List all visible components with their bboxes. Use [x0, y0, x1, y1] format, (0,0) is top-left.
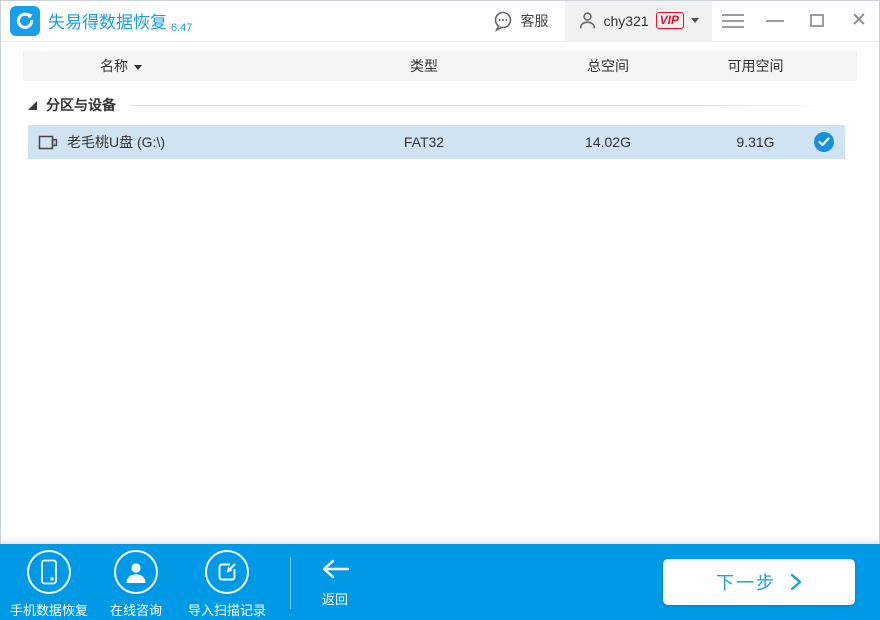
next-step-label: 下一步: [716, 573, 776, 593]
section-partitions-toggle[interactable]: 分区与设备: [28, 95, 833, 115]
device-name-cell: 老毛桃U盘 (G:\): [28, 132, 340, 152]
phone-icon: [27, 549, 71, 594]
name-header-label: 名称: [100, 58, 128, 74]
back-label: 返回: [321, 592, 348, 607]
import-icon: [205, 549, 249, 594]
row-checkbox-checked[interactable]: [814, 132, 834, 152]
device-total-cell: 14.02G: [585, 134, 631, 150]
import-scan-record-button[interactable]: 导入扫描记录: [179, 544, 275, 620]
titlebar: 失易得数据恢复 6.47 客服 chy321 VIP ✕: [0, 0, 880, 42]
phone-recovery-label: 手机数据恢复: [9, 602, 88, 618]
menu-button[interactable]: [712, 0, 754, 41]
list-header: 名称 类型 总空间 可用空间: [23, 51, 857, 81]
maximize-icon: [810, 14, 824, 27]
usb-drive-icon: [38, 135, 58, 149]
username: chy321: [603, 12, 649, 29]
user-icon: [579, 12, 595, 29]
back-button[interactable]: 返回: [305, 544, 365, 620]
device-free-cell: 9.31G: [736, 134, 775, 150]
app-logo-icon: [10, 5, 40, 36]
minimize-icon: [766, 19, 784, 22]
window-controls: ✕: [712, 0, 880, 41]
sort-caret-icon: [134, 64, 142, 70]
close-icon: ✕: [851, 10, 867, 31]
vip-badge: VIP: [655, 12, 684, 29]
online-consult-button[interactable]: 在线咨询: [93, 544, 179, 620]
column-header-type: 类型: [410, 58, 438, 74]
chat-bubble-icon: [494, 11, 511, 32]
app-window: 失易得数据恢复 6.47 客服 chy321 VIP ✕ 名称 类型 总空间 可…: [0, 0, 880, 620]
app-version: 6.47: [171, 22, 193, 34]
expanded-triangle-icon: [28, 100, 37, 110]
back-arrow-icon: [322, 559, 350, 579]
footer-spacer: [365, 544, 663, 620]
minimize-button[interactable]: [754, 0, 796, 41]
person-icon: [114, 549, 158, 594]
device-check-cell: [803, 132, 845, 152]
user-account-menu[interactable]: chy321 VIP: [564, 0, 712, 41]
support-label: 客服: [520, 12, 549, 29]
chevron-right-icon: [790, 573, 802, 591]
support-button[interactable]: 客服: [492, 10, 549, 32]
footer-divider: [290, 557, 291, 609]
maximize-button[interactable]: [796, 0, 838, 41]
chevron-down-icon: [691, 18, 699, 23]
next-step-button[interactable]: 下一步: [663, 559, 855, 605]
device-type-cell: FAT32: [403, 134, 445, 150]
check-icon: [818, 137, 830, 147]
hamburger-icon: [722, 10, 744, 32]
column-header-name[interactable]: 名称: [23, 56, 340, 76]
import-scan-record-label: 导入扫描记录: [187, 602, 266, 618]
device-name: 老毛桃U盘 (G:\): [67, 134, 165, 150]
phone-recovery-button[interactable]: 手机数据恢复: [5, 544, 93, 620]
app-title: 失易得数据恢复: [48, 13, 167, 32]
footer-toolbar: 手机数据恢复 在线咨询 导入扫描记录 返回 下一步: [0, 544, 880, 620]
section-divider: [130, 104, 833, 106]
close-button[interactable]: ✕: [838, 0, 880, 41]
table-row-usb-drive[interactable]: 老毛桃U盘 (G:\) FAT32 14.02G 9.31G: [28, 125, 845, 159]
column-header-free: 可用空间: [727, 58, 784, 74]
column-header-total: 总空间: [587, 58, 629, 74]
online-consult-label: 在线咨询: [109, 602, 162, 618]
section-title: 分区与设备: [46, 97, 116, 113]
